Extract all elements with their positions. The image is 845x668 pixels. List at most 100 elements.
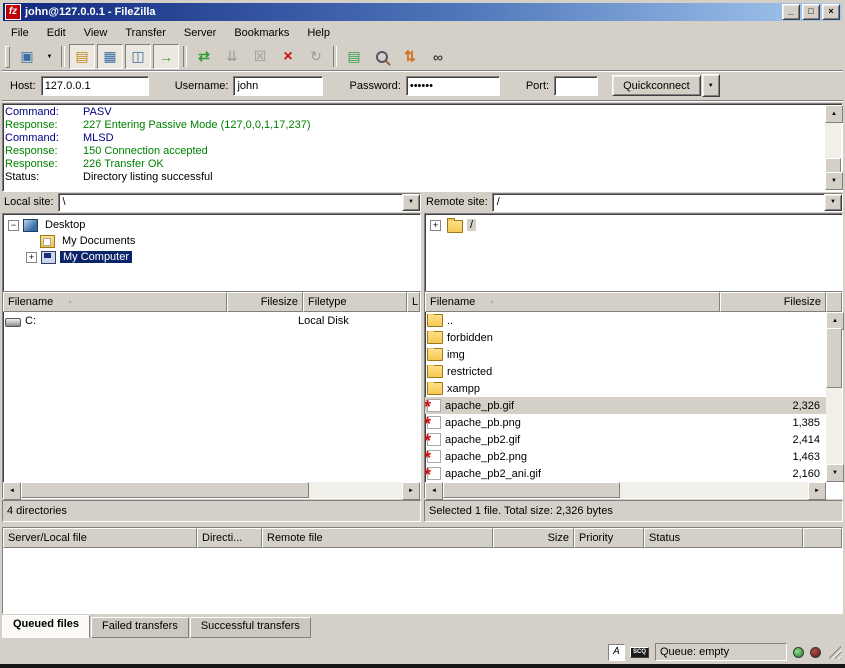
remote-file-row[interactable]: apache_pb2_ani.gif 2,160 [425,465,826,482]
tree-item-my-documents[interactable]: My Documents [3,233,420,249]
menu-transfer[interactable]: Transfer [116,25,175,41]
expand-icon[interactable]: + [430,220,441,231]
chevron-down-icon[interactable]: ▼ [402,194,420,211]
host-input[interactable] [41,76,149,96]
remote-site-combobox[interactable]: / ▼ [492,193,843,212]
password-label: Password: [349,80,400,92]
scroll-down-button[interactable]: ▼ [826,464,844,482]
site-manager-button[interactable]: ▣ [14,44,40,69]
remote-file-row[interactable]: img [425,346,826,363]
tab-successful-transfers[interactable]: Successful transfers [190,617,311,638]
image-file-icon [427,433,441,446]
port-label: Port: [526,80,549,92]
remote-file-row[interactable]: forbidden [425,329,826,346]
disconnect-button[interactable]: × [275,44,301,69]
toggle-message-log-button[interactable]: ▤ [69,44,95,69]
remote-file-row[interactable]: apache_pb2.png 1,463 [425,448,826,465]
cancel-button[interactable]: ☒ [247,44,273,69]
remote-file-row[interactable]: apache_pb.png 1,385 [425,414,826,431]
synchronized-browsing-button[interactable]: ∞ [425,44,451,69]
toolbar-grip[interactable] [5,46,10,68]
column-header-server-local-file[interactable]: Server/Local file [3,528,197,548]
column-header-filesize[interactable]: Filesize [227,292,303,312]
quickconnect-dropdown[interactable]: ▼ [702,74,720,97]
scroll-thumb[interactable] [443,482,620,498]
directory-comparison-button[interactable]: ⇅ [397,44,423,69]
menu-edit[interactable]: Edit [38,25,75,41]
scroll-down-button[interactable]: ▼ [825,172,843,190]
site-manager-dropdown[interactable]: ▼ [42,44,57,69]
process-queue-button[interactable]: ⇊ [219,44,245,69]
chevron-down-icon[interactable]: ▼ [824,194,842,211]
expand-icon[interactable]: + [26,252,37,263]
remote-file-row-selected[interactable]: apache_pb.gif 2,326 [425,397,826,414]
column-header-status[interactable]: Status [644,528,803,548]
cancel-icon: ☒ [254,48,267,65]
tree-item-my-computer[interactable]: + My Computer [3,249,420,265]
tree-item-desktop[interactable]: − Desktop [3,217,420,233]
tab-queued-files[interactable]: Queued files [2,615,90,638]
column-header-remote-file[interactable]: Remote file [262,528,493,548]
column-header-size[interactable]: Size [493,528,574,548]
remote-file-row[interactable]: apache_pb2.gif 2,414 [425,431,826,448]
directory-filters-button[interactable]: ▤ [341,44,367,69]
tree-item-root[interactable]: + / [425,217,842,233]
username-input[interactable] [233,76,323,96]
menu-server[interactable]: Server [175,25,225,41]
column-header-filesize[interactable]: Filesize [720,292,826,312]
log-scrollbar[interactable]: ▲ ▼ [825,105,841,190]
toggle-transfer-queue-button[interactable]: → [153,44,179,69]
scroll-left-button[interactable]: ◄ [3,482,21,500]
column-header-priority[interactable]: Priority [574,528,644,548]
scroll-thumb[interactable] [21,482,309,498]
scroll-left-button[interactable]: ◄ [425,482,443,500]
queue-list-body[interactable] [3,548,842,613]
remote-horizontal-scrollbar[interactable]: ◄ ► [425,482,826,498]
local-file-row[interactable]: C: Local Disk [3,312,420,329]
close-button[interactable]: × [822,4,840,20]
menu-bookmarks[interactable]: Bookmarks [225,25,298,41]
local-pane: Local site: \ ▼ − Desktop My Documents +… [2,192,421,522]
remote-file-list: Filename ▲ Filesize .. forbidden img [424,291,843,499]
log-line: Command:MLSD [5,132,824,145]
menu-view[interactable]: View [75,25,117,41]
local-tree-icon: ▦ [103,48,116,65]
remote-file-row[interactable]: restricted [425,363,826,380]
reconnect-button[interactable]: ↻ [303,44,329,69]
column-header-last-modified[interactable]: L [407,292,420,312]
remote-file-row[interactable]: .. [425,312,826,329]
debug-badge[interactable]: SCQ [630,647,649,658]
tab-failed-transfers[interactable]: Failed transfers [91,617,189,638]
scroll-right-button[interactable]: ► [808,482,826,500]
refresh-button[interactable]: ⇄ [191,44,217,69]
title-bar[interactable]: fz john@127.0.0.1 - FileZilla _ □ × [3,3,842,21]
column-header-filetype[interactable]: Filetype [303,292,407,312]
transfer-queue-icon: → [159,49,173,65]
remote-vertical-scrollbar[interactable]: ▲ ▼ [826,312,842,482]
menu-help[interactable]: Help [298,25,339,41]
comparison-icon: ⇅ [404,48,416,65]
column-header-filename[interactable]: Filename ▲ [3,292,227,312]
local-horizontal-scrollbar[interactable]: ◄ ► [3,482,420,498]
column-header-direction[interactable]: Directi... [197,528,262,548]
resize-grip[interactable] [828,646,841,659]
collapse-icon[interactable]: − [8,220,19,231]
quickconnect-button[interactable]: Quickconnect [612,75,701,96]
scroll-up-button[interactable]: ▲ [825,105,843,123]
local-site-combobox[interactable]: \ ▼ [58,193,421,212]
remote-file-row[interactable]: xampp [425,380,826,397]
password-input[interactable] [406,76,500,96]
disconnect-icon: × [283,48,292,66]
maximize-button[interactable]: □ [802,4,820,20]
toggle-remote-tree-button[interactable]: ◫ [125,44,151,69]
scroll-right-button[interactable]: ► [402,482,420,500]
desktop-icon [23,219,38,232]
column-header-filename[interactable]: Filename ▲ [425,292,720,312]
minimize-button[interactable]: _ [782,4,800,20]
menu-file[interactable]: File [2,25,38,41]
file-search-button[interactable] [369,44,395,69]
transfer-type-indicator[interactable]: A [608,644,625,661]
scroll-thumb[interactable] [826,328,842,388]
port-input[interactable] [554,76,598,96]
toggle-local-tree-button[interactable]: ▦ [97,44,123,69]
